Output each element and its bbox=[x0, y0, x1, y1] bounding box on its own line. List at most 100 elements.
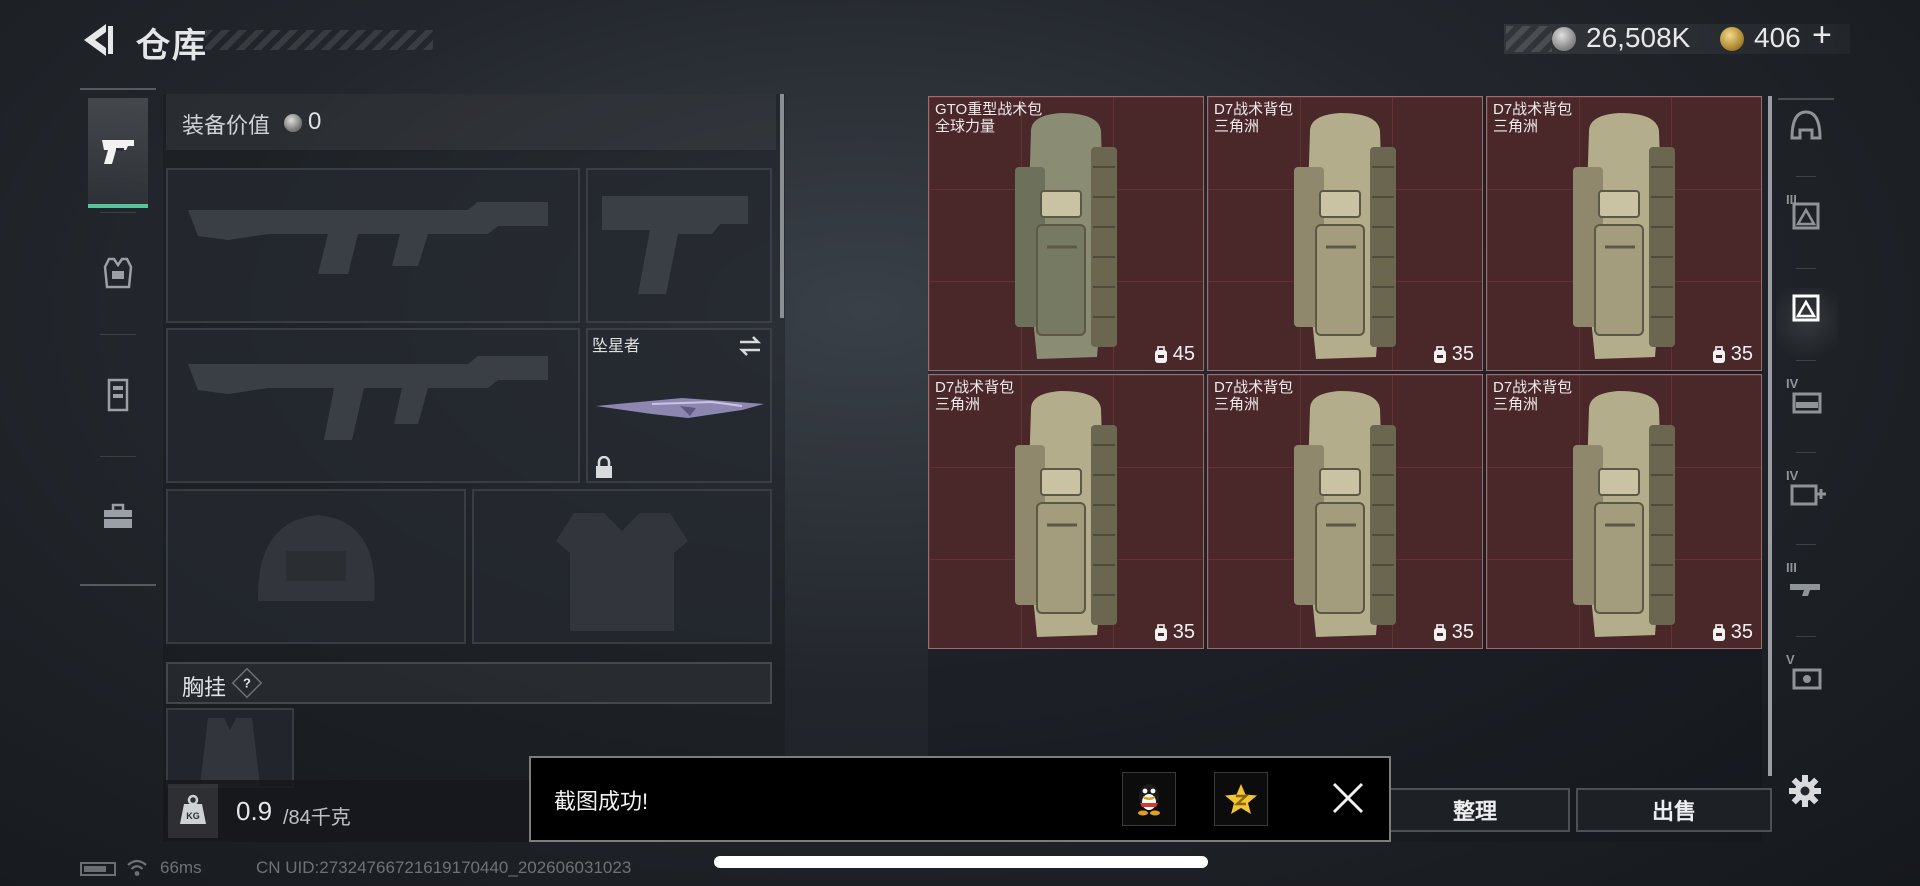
armor-plate-icon bbox=[107, 378, 129, 412]
tab-category-armor-3[interactable]: III bbox=[1786, 192, 1826, 236]
armor-silhouette-icon bbox=[556, 513, 688, 631]
backpack-capacity-icon bbox=[1433, 345, 1446, 363]
item-source: 三角洲 bbox=[1493, 396, 1539, 413]
helmet-slot[interactable] bbox=[166, 489, 466, 644]
player-uid: CN UID:2732476672161917044​0_20260603102… bbox=[256, 858, 632, 877]
item-capacity-value: 35 bbox=[1451, 343, 1474, 365]
item-capacity: 35 bbox=[1432, 621, 1474, 644]
back-arrow-icon[interactable] bbox=[78, 20, 114, 60]
tab-category-rifle-3[interactable]: III bbox=[1786, 560, 1826, 604]
backpack-icon bbox=[1015, 113, 1117, 359]
loadout-category-tabs bbox=[80, 88, 156, 586]
item-source: 三角洲 bbox=[1493, 118, 1539, 135]
backpack-capacity-icon bbox=[1433, 623, 1446, 641]
tab-category-case-4[interactable]: IV bbox=[1786, 376, 1826, 420]
toast-message: 截图成功! bbox=[554, 789, 649, 814]
category-divider bbox=[1796, 544, 1816, 545]
gear-icon[interactable] bbox=[1788, 774, 1822, 808]
backpack-icon bbox=[1294, 113, 1396, 359]
tab-category-ammo-5[interactable]: V bbox=[1786, 652, 1826, 696]
item-capacity: 45 bbox=[1153, 343, 1195, 366]
item-name: D7战术背包 bbox=[1214, 101, 1294, 118]
close-icon[interactable] bbox=[1326, 776, 1370, 820]
add-gold-button[interactable]: + bbox=[1812, 16, 1832, 55]
tab-category-medkit-4[interactable]: IV bbox=[1786, 468, 1826, 512]
category-tier-label: III bbox=[1786, 560, 1797, 575]
item-capacity: 35 bbox=[1711, 621, 1753, 644]
swap-icon[interactable] bbox=[736, 334, 764, 358]
stash-item[interactable]: D7战术背包 三角洲 35 bbox=[1207, 96, 1483, 371]
secondary-weapon-slot[interactable] bbox=[166, 328, 580, 483]
category-tier-label: IV bbox=[1786, 468, 1799, 483]
backpack-capacity-icon bbox=[1154, 623, 1167, 641]
body-armor-slot[interactable] bbox=[472, 489, 772, 644]
item-capacity-value: 35 bbox=[1451, 621, 1474, 643]
stash-scrollbar[interactable] bbox=[1768, 96, 1772, 776]
stash-item[interactable]: D7战术背包 三角洲 35 bbox=[1207, 374, 1483, 649]
share-qq-button[interactable] bbox=[1122, 772, 1176, 826]
item-source: 三角洲 bbox=[935, 396, 981, 413]
weight-current: 0.9 bbox=[236, 796, 273, 826]
category-tier-label: IV bbox=[1786, 376, 1799, 391]
tab-category-armor-selected[interactable] bbox=[1786, 288, 1826, 328]
item-source: 全球力量 bbox=[935, 118, 996, 135]
backpack-capacity-icon bbox=[1154, 345, 1167, 363]
title-decoration bbox=[205, 30, 433, 50]
weight-bar bbox=[163, 780, 543, 842]
item-source: 三角洲 bbox=[1214, 118, 1260, 135]
rifle-silhouette-icon bbox=[188, 202, 548, 274]
chest-rig-label: 胸挂 bbox=[182, 675, 227, 700]
pistol-icon bbox=[102, 140, 134, 164]
primary-weapon-slot[interactable] bbox=[166, 168, 580, 323]
qq-penguin-icon bbox=[1138, 784, 1160, 816]
tab-toolbox[interactable] bbox=[88, 462, 148, 572]
item-capacity: 35 bbox=[1711, 343, 1753, 366]
melee-blade-icon bbox=[596, 398, 764, 418]
currency-decoration bbox=[1506, 26, 1552, 52]
item-name: GTO重型战术包 bbox=[935, 101, 1043, 118]
stash-item[interactable]: GTO重型战术包 全球力量 45 bbox=[928, 96, 1204, 371]
category-icon bbox=[1790, 110, 1822, 140]
pistol-slot[interactable] bbox=[586, 168, 772, 323]
gold-currency-amount: 406 bbox=[1754, 22, 1801, 53]
sort-button[interactable]: 整理 bbox=[1380, 788, 1570, 832]
svg-text:KG: KG bbox=[186, 811, 200, 821]
melee-weapon-name: 坠星者 bbox=[592, 338, 641, 355]
equipment-value-label: 装备价值 bbox=[182, 113, 271, 138]
lock-icon bbox=[596, 456, 612, 478]
silver-coin-icon bbox=[1552, 27, 1576, 51]
loadout-scrollbar[interactable] bbox=[780, 94, 784, 318]
share-qzone-button[interactable] bbox=[1214, 772, 1268, 826]
tab-weapons[interactable] bbox=[88, 98, 148, 208]
tab-armor[interactable] bbox=[88, 340, 148, 450]
qzone-star-icon bbox=[1225, 784, 1257, 814]
helmet-silhouette-icon bbox=[257, 515, 375, 601]
category-divider bbox=[1796, 636, 1816, 637]
item-capacity-value: 45 bbox=[1172, 343, 1195, 365]
wifi-icon bbox=[127, 859, 147, 876]
pistol-silhouette-icon bbox=[602, 196, 748, 294]
home-indicator[interactable] bbox=[714, 856, 1208, 868]
vest-icon bbox=[103, 257, 133, 289]
category-tier-label: V bbox=[1786, 652, 1795, 667]
stash-item[interactable]: D7战术背包 三角洲 35 bbox=[928, 374, 1204, 649]
backpack-icon bbox=[1015, 391, 1117, 637]
weight-icon: KG bbox=[180, 794, 206, 824]
item-capacity-value: 35 bbox=[1730, 343, 1753, 365]
sell-button[interactable]: 出售 bbox=[1576, 788, 1772, 832]
chest-rig-slot[interactable] bbox=[166, 708, 294, 788]
tab-category-helmet[interactable] bbox=[1786, 104, 1826, 144]
stash-category-tabs: III IV IV III V bbox=[1778, 98, 1834, 768]
silver-currency-amount: 26,508K bbox=[1586, 22, 1691, 53]
briefcase-icon bbox=[104, 503, 132, 528]
tab-gear[interactable] bbox=[88, 218, 148, 328]
backpack-icon bbox=[1294, 391, 1396, 637]
category-icon bbox=[1792, 294, 1820, 322]
page-title: 仓库 bbox=[136, 27, 208, 65]
equipment-value: 0 bbox=[308, 108, 322, 135]
backpack-icon bbox=[1573, 391, 1675, 637]
stash-item[interactable]: D7战术背包 三角洲 35 bbox=[1486, 374, 1762, 649]
stash-item[interactable]: D7战术背包 三角洲 35 bbox=[1486, 96, 1762, 371]
backpack-capacity-icon bbox=[1712, 345, 1725, 363]
item-name: D7战术背包 bbox=[935, 379, 1015, 396]
